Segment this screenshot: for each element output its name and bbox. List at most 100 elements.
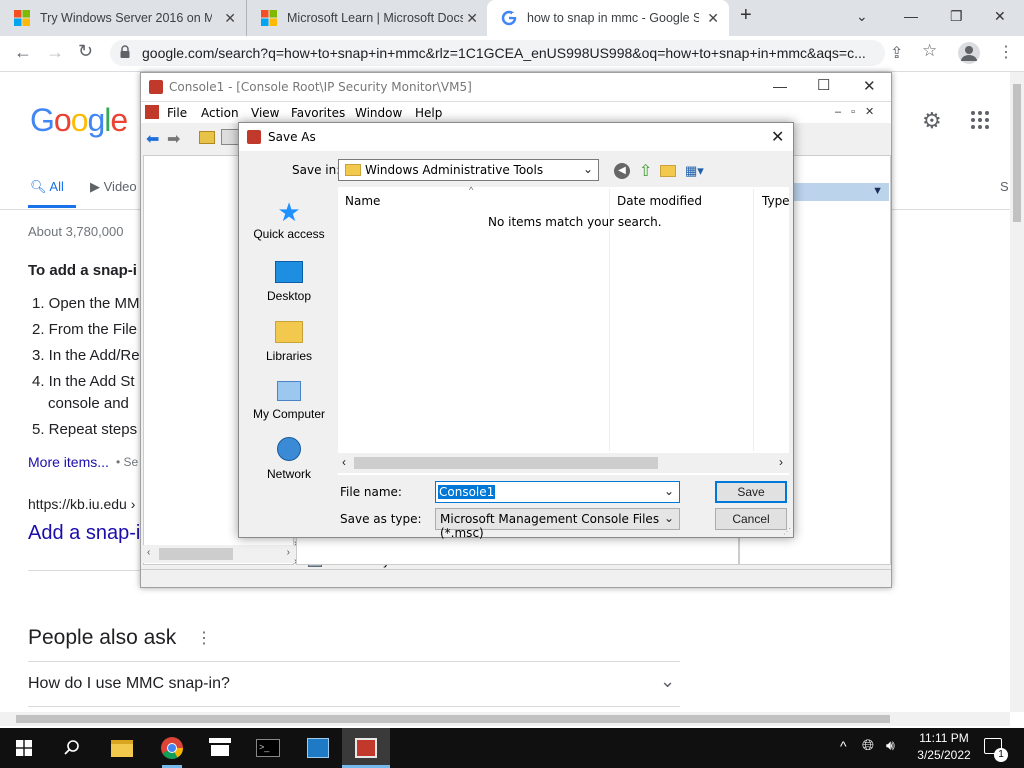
more-items-link[interactable]: More items... [28,454,109,470]
tab-close-icon[interactable]: ✕ [707,10,719,27]
search-tab-all[interactable]: 🔍︎ All [30,179,64,195]
clock[interactable]: 11:11 PM 3/25/2022 [914,731,974,762]
menu-window[interactable]: Window [355,106,402,120]
step-5: 5. Repeat steps [32,421,138,438]
inner-window-controls[interactable]: –▫✕ [835,105,891,118]
taskbar-calendar[interactable] [196,728,244,768]
up-level-icon[interactable]: ⇧ [639,161,652,181]
bookmark-star-icon[interactable]: ☆ [922,41,937,61]
scrollbar-thumb[interactable] [354,457,658,469]
horizontal-scrollbar[interactable] [0,712,1010,726]
file-list-hscrollbar[interactable]: ‹ › [338,453,789,473]
right-edge-text: S [1000,179,1009,194]
scrollbar-thumb[interactable] [1013,84,1021,222]
column-type[interactable]: Type [762,194,790,208]
start-button[interactable] [0,728,48,768]
forward-arrow-icon[interactable]: → [46,42,64,63]
save-button[interactable]: Save [715,481,787,503]
file-name-value: Console1 [438,485,496,499]
google-logo[interactable]: Google [30,102,128,139]
place-libraries[interactable]: Libraries [245,319,333,363]
tab-close-icon[interactable]: ✕ [224,10,236,27]
maximize-icon[interactable]: ☐ [817,76,830,94]
more-items-sep: • Se [116,455,139,469]
taskbar-file-explorer[interactable] [98,728,146,768]
file-list[interactable] [338,187,789,475]
taskbar-mmc[interactable] [342,728,390,768]
profile-avatar[interactable] [958,42,980,64]
taskbar-chrome[interactable] [148,728,196,768]
tab-try-windows-server[interactable]: Try Windows Server 2016 on Mic ✕ [0,0,246,36]
menu-file[interactable]: File [167,106,187,120]
place-desktop[interactable]: Desktop [245,259,333,303]
back-icon[interactable]: ◀ [614,163,630,179]
chevron-down-icon[interactable]: ⌄ [660,671,675,692]
tab-google-search[interactable]: how to snap in mmc - Google Se ✕ [487,0,729,36]
search-icon [64,740,79,755]
tab-search-chevron-icon[interactable]: ⌄ [856,8,868,25]
close-icon[interactable]: ✕ [771,127,784,147]
forward-icon[interactable]: ➡ [167,129,180,149]
tree-hscrollbar[interactable]: ‹ › [143,545,294,563]
up-folder-icon[interactable] [199,131,215,144]
menu-favorites[interactable]: Favorites [291,106,345,120]
taskbar-search[interactable] [48,728,96,768]
result-title-link[interactable]: Add a snap-i [28,522,140,545]
place-network[interactable]: Network [245,435,333,481]
cancel-button[interactable]: Cancel [715,508,787,530]
microsoft-logo-icon [261,10,277,26]
menu-view[interactable]: View [251,106,279,120]
sort-caret-icon: ^ [469,185,474,195]
tab-close-icon[interactable]: ✕ [466,10,478,27]
apps-grid-icon[interactable] [970,110,990,130]
settings-gear-icon[interactable]: ⚙ [922,108,942,134]
save-as-type-dropdown[interactable]: Microsoft Management Console Files (*.ms… [435,508,680,540]
new-folder-icon[interactable] [660,165,676,177]
tab-microsoft-learn[interactable]: Microsoft Learn | Microsoft Docs ✕ [246,0,488,36]
dialog-app-icon [247,130,261,144]
menu-help[interactable]: Help [415,106,442,120]
column-date-modified[interactable]: Date modified [617,194,702,208]
back-icon[interactable]: ⬅ [146,129,159,149]
new-tab-plus-icon[interactable]: + [740,4,752,27]
share-icon[interactable]: ⇪ [890,43,903,63]
more-options-icon[interactable]: ⋮ [196,628,212,648]
step-3: 3. In the Add/Re [32,347,140,364]
volume-icon[interactable]: 🔊︎ [886,737,895,754]
show-tree-icon[interactable] [221,129,239,145]
resize-grip-icon[interactable]: ⋰ [783,527,791,536]
minimize-icon[interactable]: — [773,78,787,94]
close-icon[interactable]: ✕ [863,77,876,95]
place-quick-access[interactable]: ★ Quick access [245,197,333,241]
close-window-icon[interactable]: ✕ [994,8,1006,25]
save-in-dropdown[interactable]: Windows Administrative Tools ⌄ [338,159,599,181]
scrollbar-thumb[interactable] [159,548,233,560]
menu-action[interactable]: Action [201,106,239,120]
vertical-scrollbar[interactable] [1010,72,1024,712]
scroll-right-icon[interactable]: › [779,455,783,469]
collapse-arrow-icon[interactable]: ▼ [872,185,883,197]
restore-icon[interactable]: ❐ [950,8,963,25]
browser-menu-icon[interactable]: ⋮ [998,42,1014,62]
paa-question-1[interactable]: How do I use MMC snap-in? [28,675,230,693]
reload-icon[interactable]: ↻ [78,41,93,62]
minimize-icon[interactable]: — [904,8,918,24]
video-icon: ▶ [90,179,100,194]
network-icon[interactable]: 🌐︎ [862,737,874,754]
taskbar-command-prompt[interactable]: >_ [244,728,292,768]
file-name-input[interactable]: Console1 ⌄ [435,481,680,503]
column-name[interactable]: Name [345,194,380,208]
search-tab-videos[interactable]: ▶ Video [90,179,137,195]
scroll-left-icon[interactable]: ‹ [342,455,346,469]
place-my-computer[interactable]: My Computer [245,377,333,421]
chevron-down-icon[interactable]: ⌄ [664,484,674,498]
show-hidden-icons-icon[interactable]: ^ [840,738,847,754]
taskbar-server-manager[interactable] [294,728,342,768]
column-separator[interactable] [753,189,754,451]
google-g-icon [501,10,517,26]
windows-start-icon [16,740,32,756]
scrollbar-thumb[interactable] [16,715,890,723]
view-menu-icon[interactable]: ▦▾ [685,163,704,179]
actions-pane-header[interactable]: ▼ [793,183,889,201]
back-arrow-icon[interactable]: ← [14,42,32,63]
